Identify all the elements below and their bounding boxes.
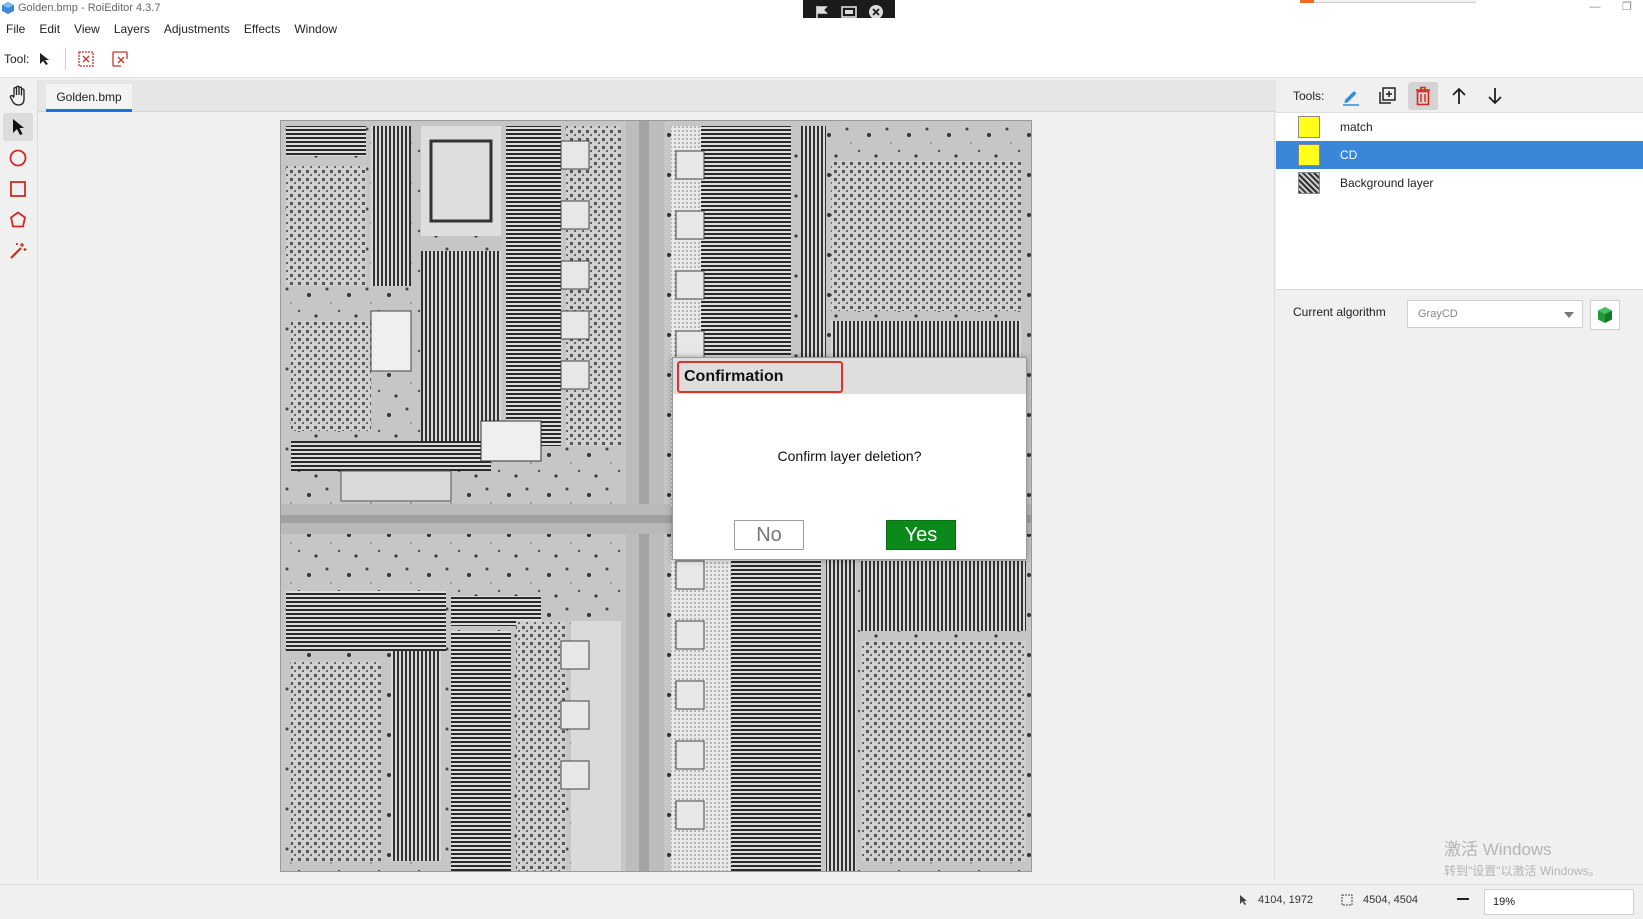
menu-adjustments[interactable]: Adjustments bbox=[164, 22, 230, 36]
window-controls: — ❐ bbox=[1579, 0, 1643, 18]
layer-name: CD bbox=[1340, 148, 1358, 162]
layer-row-match[interactable]: match bbox=[1276, 113, 1643, 141]
status-bar: 4104, 1972 4504, 4504 19% bbox=[0, 884, 1643, 919]
zoom-input[interactable]: 19% bbox=[1484, 889, 1634, 915]
menu-layers[interactable]: Layers bbox=[114, 22, 150, 36]
select-arrow-icon[interactable] bbox=[3, 113, 33, 141]
layer-color-swatch bbox=[1298, 144, 1320, 166]
confirmation-dialog: Confirmation Confirm layer deletion? No … bbox=[672, 357, 1027, 560]
dialog-header: Confirmation bbox=[673, 358, 1026, 394]
dialog-title: Confirmation bbox=[677, 361, 843, 393]
menu-effects[interactable]: Effects bbox=[244, 22, 280, 36]
watermark-line2: 转到"设置"以激活 Windows。 bbox=[1444, 864, 1601, 878]
window-title: Golden.bmp - RoiEditor 4.3.7 bbox=[18, 2, 161, 14]
algorithm-label: Current algorithm bbox=[1293, 305, 1386, 319]
zoom-out-button[interactable] bbox=[1455, 891, 1471, 907]
layers-list: match CD Background layer bbox=[1276, 112, 1643, 290]
layer-thumbnail bbox=[1298, 172, 1320, 194]
move-down-arrow-icon[interactable] bbox=[1480, 82, 1510, 110]
watermark-line1: 激活 Windows bbox=[1444, 840, 1552, 859]
left-toolbox bbox=[0, 80, 36, 880]
algorithm-value: GrayCD bbox=[1418, 308, 1458, 320]
layer-name: Background layer bbox=[1340, 176, 1434, 190]
magic-wand-icon[interactable] bbox=[3, 237, 33, 265]
minimize-icon[interactable]: — bbox=[1579, 0, 1611, 18]
polygon-tool-icon[interactable] bbox=[3, 206, 33, 234]
layer-tools-bar: Tools: bbox=[1276, 80, 1643, 112]
windows-activation-watermark: 激活 Windows 转到"设置"以激活 Windows。 bbox=[1444, 835, 1601, 879]
pan-hand-icon[interactable] bbox=[3, 82, 33, 110]
menu-bar: File Edit View Layers Adjustments Effect… bbox=[0, 18, 1643, 40]
cube-icon bbox=[1598, 307, 1612, 323]
chevron-down-icon bbox=[1564, 312, 1574, 318]
menu-edit[interactable]: Edit bbox=[39, 22, 60, 36]
image-size-readout: 4504, 4504 bbox=[1341, 894, 1418, 906]
ellipse-tool-icon[interactable] bbox=[3, 144, 33, 172]
layer-row-cd[interactable]: CD bbox=[1276, 141, 1643, 169]
app-icon bbox=[2, 2, 14, 14]
no-button[interactable]: No bbox=[734, 520, 804, 550]
deselect-icon[interactable] bbox=[74, 47, 98, 71]
move-up-arrow-icon[interactable] bbox=[1444, 82, 1474, 110]
tools-label: Tools: bbox=[1293, 89, 1325, 103]
layer-color-swatch bbox=[1298, 116, 1320, 138]
yes-button[interactable]: Yes bbox=[886, 520, 956, 550]
layer-row-background[interactable]: Background layer bbox=[1276, 169, 1643, 197]
menu-file[interactable]: File bbox=[6, 22, 25, 36]
duplicate-layer-icon[interactable] bbox=[1372, 82, 1402, 110]
image-size: 4504, 4504 bbox=[1363, 894, 1419, 906]
algorithm-select[interactable]: GrayCD bbox=[1407, 300, 1583, 328]
toolbar-separator bbox=[65, 47, 67, 70]
cursor-position: 4104, 1972 bbox=[1258, 894, 1314, 906]
tab-golden-bmp[interactable]: Golden.bmp bbox=[46, 84, 132, 112]
delete-layer-trash-icon[interactable] bbox=[1408, 82, 1439, 110]
document-tab-strip: Golden.bmp bbox=[38, 80, 1276, 112]
minus-icon bbox=[1457, 898, 1469, 900]
layer-name: match bbox=[1340, 120, 1373, 134]
algorithm-cube-button[interactable] bbox=[1590, 300, 1620, 330]
menu-window[interactable]: Window bbox=[294, 22, 337, 36]
selection-size-icon bbox=[1341, 894, 1353, 906]
restore-icon[interactable]: ❐ bbox=[1611, 0, 1643, 18]
pointer-tool-indicator-icon[interactable] bbox=[33, 47, 57, 71]
cursor-position-readout: 4104, 1972 bbox=[1238, 894, 1313, 906]
right-panel: Tools: match CD Background layer Current… bbox=[1276, 80, 1643, 880]
tool-options-bar: Tool: bbox=[0, 40, 1643, 78]
dialog-message: Confirm layer deletion? bbox=[777, 448, 922, 464]
algorithm-row: Current algorithm GrayCD bbox=[1276, 294, 1643, 330]
tool-label: Tool: bbox=[4, 51, 30, 66]
menu-view[interactable]: View bbox=[74, 22, 100, 36]
document-area: Golden.bmp bbox=[37, 80, 1276, 880]
taskbar-thumbnail bbox=[1300, 0, 1476, 3]
edit-pencil-icon[interactable] bbox=[1336, 82, 1366, 110]
cursor-icon bbox=[1240, 895, 1247, 905]
rectangle-tool-icon[interactable] bbox=[3, 175, 33, 203]
clear-selection-icon[interactable] bbox=[108, 47, 132, 71]
